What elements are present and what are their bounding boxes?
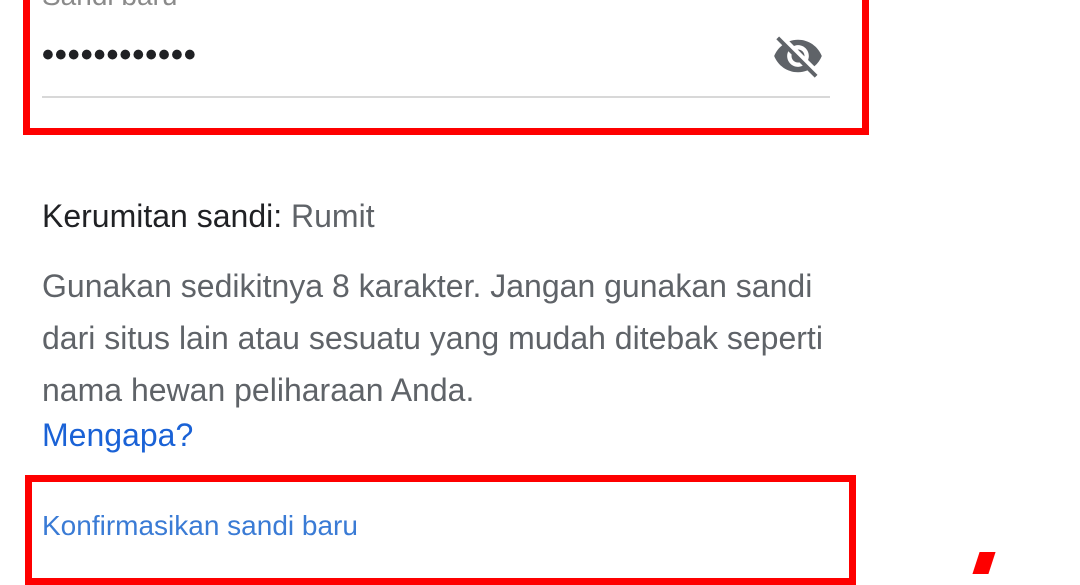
new-password-underline [42,96,830,98]
password-strength-label: Kerumitan sandi: [42,198,283,234]
new-password-label: Sandi baru [42,0,177,10]
red-annotation-mark [972,552,996,574]
eye-off-icon [774,36,822,78]
password-strength: Kerumitan sandi: Rumit [42,198,375,234]
password-strength-value: Rumit [291,198,375,234]
password-hint-text: Gunakan sedikitnya 8 karakter. Jangan gu… [42,268,823,408]
toggle-password-visibility-button[interactable] [764,27,832,85]
why-link[interactable]: Mengapa? [42,417,193,453]
confirm-password-label: Konfirmasikan sandi baru [42,510,358,541]
new-password-input[interactable]: •••••••••••• [42,38,197,72]
